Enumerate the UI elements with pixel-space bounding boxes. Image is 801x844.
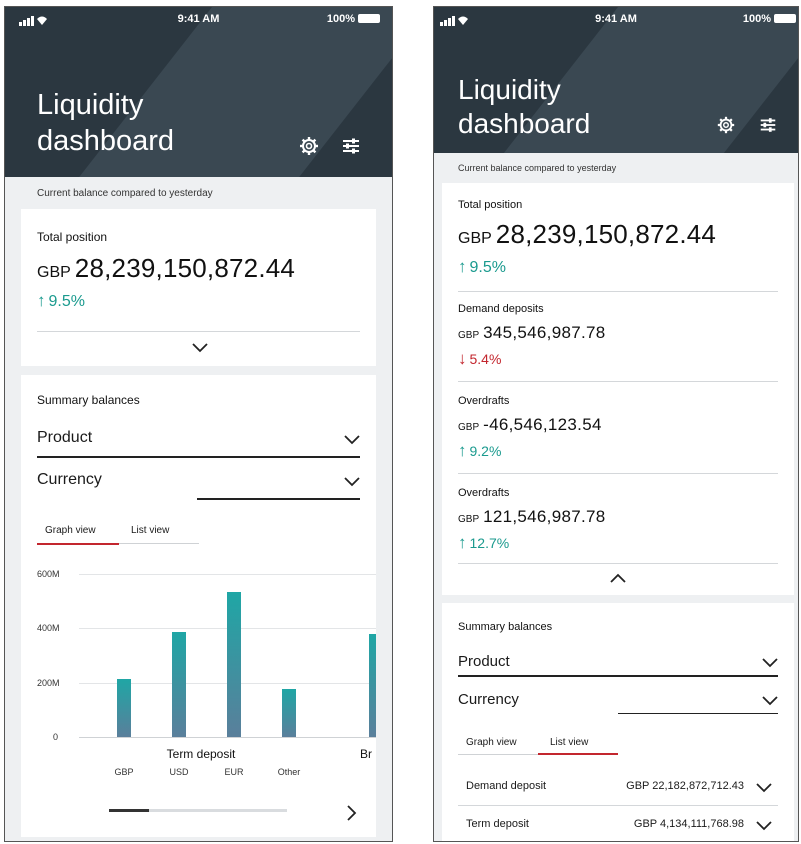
arrow-up-icon: ↑	[37, 291, 46, 310]
group-label-next: Br	[360, 747, 372, 761]
summary-balances-card: Summary balances Product Currency Graph …	[21, 375, 376, 837]
list-item-name: Demand deposit	[466, 780, 547, 792]
phone-screen-list-view: 9:41 AM 100% Liquidity dashboard Current…	[433, 6, 799, 842]
arrow-up-icon: ↑	[458, 533, 467, 552]
detail-change: ↑ 12.7%	[458, 533, 510, 552]
view-tabs: Graph view List view	[458, 737, 618, 757]
list-item[interactable]: Term deposit GBP 4,134,111,768.98	[442, 805, 794, 841]
arrow-up-icon: ↑	[458, 441, 467, 460]
summary-balances-card: Summary balances Product Currency Graph …	[442, 603, 794, 841]
x-tick-label: USD	[169, 767, 189, 777]
detail-change: ↑ 9.2%	[458, 441, 502, 460]
summary-balances-heading: Summary balances	[458, 621, 553, 633]
chevron-down-icon	[762, 658, 778, 668]
filter-sliders-icon[interactable]	[340, 135, 362, 157]
chevron-down-icon	[344, 477, 360, 487]
detail-change: ↓ 5.4%	[458, 349, 502, 368]
battery-icon	[774, 14, 796, 23]
phone-screen-graph-view: 9:41 AM 100% Liquidity dashboard Current…	[4, 6, 393, 842]
position-details-card: Total position GBP 28,239,150,872.44 ↑ 9.5…	[442, 183, 794, 595]
bar-next-group[interactable]	[369, 633, 376, 737]
x-tick-label: EUR	[224, 767, 244, 777]
status-bar: 9:41 AM 100%	[434, 13, 798, 27]
arrow-up-icon: ↑	[458, 257, 467, 276]
tab-list-view[interactable]: List view	[550, 737, 588, 748]
total-position-amount: GBP 28,239,150,872.44	[458, 219, 717, 249]
detail-amount: GBP -46,546,123.54	[458, 415, 602, 434]
header: 9:41 AM 100% Liquidity dashboard	[5, 7, 392, 177]
page-title: Liquidity dashboard	[458, 74, 591, 139]
total-position-label: Total position	[458, 199, 523, 211]
battery-indicator: 100%	[743, 13, 796, 25]
arrow-down-icon: ↓	[458, 349, 467, 368]
gear-icon[interactable]	[716, 115, 736, 135]
battery-indicator: 100%	[327, 13, 380, 25]
bar-usd[interactable]	[172, 632, 186, 737]
total-position-amount: GBP 28,239,150,872.44	[37, 253, 296, 283]
group-label: Term deposit	[166, 747, 236, 761]
x-tick-label: GBP	[114, 767, 134, 777]
list-item[interactable]: Demand deposit GBP 22,182,872,712.43	[442, 767, 794, 806]
y-tick-label: 400M	[37, 623, 60, 633]
chevron-down-icon	[762, 696, 778, 706]
chevron-down-icon	[756, 821, 772, 831]
battery-icon	[358, 14, 380, 23]
product-dropdown[interactable]: Product	[458, 653, 778, 679]
bar-eur[interactable]	[227, 591, 241, 737]
filter-sliders-icon[interactable]	[758, 115, 778, 135]
gear-icon[interactable]	[298, 135, 320, 157]
chart-scrollbar[interactable]	[109, 809, 287, 812]
detail-amount: GBP 345,546,987.78	[458, 323, 606, 342]
detail-label: Overdrafts	[458, 395, 510, 407]
currency-dropdown[interactable]: Currency	[458, 691, 778, 717]
detail-label: Overdrafts	[458, 487, 510, 499]
subtitle: Current balance compared to yesterday	[458, 163, 617, 173]
subtitle: Current balance compared to yesterday	[37, 188, 213, 199]
detail-amount: GBP 121,546,987.78	[458, 507, 606, 526]
page-title: Liquidity dashboard	[37, 89, 175, 157]
tab-graph-view[interactable]: Graph view	[466, 737, 517, 748]
detail-label: Demand deposits	[458, 303, 544, 315]
bar-chart: 600M 400M 200M 0 Term deposit Br GBP USD E…	[21, 561, 376, 781]
header: 9:41 AM 100% Liquidity dashboard	[434, 7, 798, 153]
tab-graph-view[interactable]: Graph view	[45, 525, 96, 536]
list-item-name: Term deposit	[466, 818, 529, 830]
y-tick-label: 600M	[37, 569, 60, 579]
total-position-card: Total position GBP 28,239,150,872.44 ↑ 9.5…	[21, 209, 376, 366]
y-tick-label: 200M	[37, 678, 60, 688]
bar-other[interactable]	[282, 689, 296, 737]
y-tick-label: 0	[53, 732, 59, 742]
chevron-down-icon	[756, 783, 772, 793]
summary-balances-heading: Summary balances	[37, 393, 140, 407]
tab-list-view[interactable]: List view	[131, 525, 169, 536]
currency-dropdown[interactable]: Currency	[37, 471, 360, 501]
chevron-right-icon[interactable]	[347, 805, 357, 821]
product-dropdown[interactable]: Product	[37, 429, 360, 459]
list-item-value: GBP 4,134,111,768.98	[633, 818, 744, 830]
bar-gbp[interactable]	[117, 678, 131, 737]
chevron-up-icon[interactable]	[610, 573, 626, 583]
x-tick-label: Other	[277, 767, 301, 777]
chevron-down-icon	[344, 435, 360, 445]
view-tabs: Graph view List view	[37, 525, 199, 545]
total-position-change: ↑ 9.5%	[458, 257, 506, 276]
list-item-value: GBP 22,182,872,712.43	[626, 780, 744, 792]
total-position-label: Total position	[37, 230, 108, 244]
chevron-down-icon[interactable]	[192, 343, 208, 353]
total-position-change: ↑ 9.5%	[37, 291, 85, 310]
status-bar: 9:41 AM 100%	[5, 13, 392, 27]
